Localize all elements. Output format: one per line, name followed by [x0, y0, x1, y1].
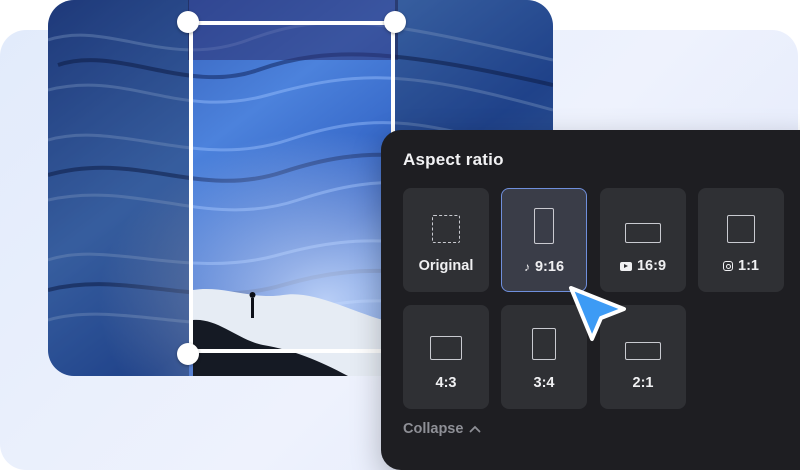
frame-3-4-icon [532, 328, 556, 360]
ratio-option-16-9[interactable]: 16:9 [600, 188, 686, 292]
ratio-option-label: Original [418, 258, 474, 274]
instagram-icon [723, 261, 734, 271]
ratio-option-label: 4:3 [435, 375, 457, 391]
ratio-option-label: 2:1 [632, 375, 654, 391]
ratio-option-4-3[interactable]: 4:3 [403, 305, 489, 409]
pointer-cursor-icon [569, 286, 626, 341]
ratio-option-label: 9:16 [534, 259, 565, 275]
panel-title: Aspect ratio [403, 150, 504, 169]
crop-handle-top-right[interactable] [384, 11, 406, 33]
ratio-option-1-1[interactable]: 1:1 [698, 188, 784, 292]
chevron-up-icon [470, 425, 481, 433]
youtube-icon [619, 261, 632, 271]
frame-2-1-icon [625, 342, 661, 360]
tiktok-icon: ♪ [523, 260, 530, 274]
crop-handle-top-left[interactable] [177, 11, 199, 33]
collapse-button[interactable]: Collapse [403, 421, 481, 437]
frame-4-3-icon [430, 336, 462, 360]
ratio-option-label: 3:4 [533, 375, 555, 391]
collapse-label: Collapse [403, 421, 464, 437]
square-frame-icon [727, 215, 755, 243]
ratio-option-label: 16:9 [636, 258, 667, 274]
dashed-square-icon [432, 215, 460, 243]
crop-handle-bottom-left[interactable] [177, 343, 199, 365]
ratio-option-original[interactable]: Original [403, 188, 489, 292]
portrait-frame-icon [534, 208, 554, 244]
landscape-frame-icon [625, 223, 661, 243]
crop-dim-left [48, 0, 189, 376]
ratio-option-label: 1:1 [738, 258, 759, 274]
crop-frame[interactable] [189, 21, 395, 353]
ratio-option-9-16[interactable]: ♪ 9:16 [501, 188, 587, 292]
